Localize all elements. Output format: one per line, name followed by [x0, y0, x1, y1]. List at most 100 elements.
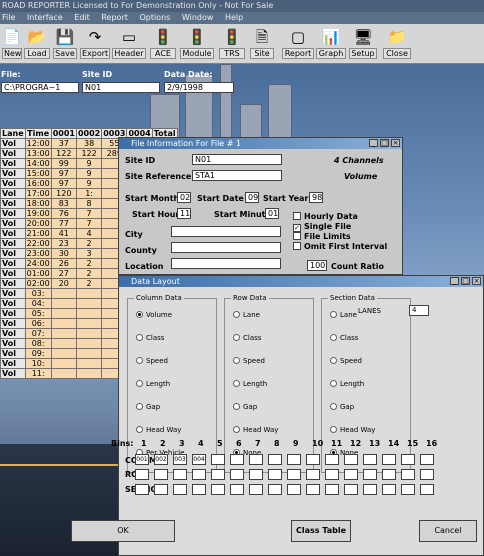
- section-bin-cell[interactable]: [344, 484, 358, 495]
- new-button[interactable]: 📄 New: [2, 27, 22, 63]
- time-cell[interactable]: 18:00: [24, 198, 52, 209]
- lane-cell[interactable]: Vol: [0, 298, 26, 309]
- row-bin-cell[interactable]: [249, 469, 263, 480]
- export-button[interactable]: ↷ Export: [80, 27, 110, 63]
- volume-cell[interactable]: [50, 328, 77, 339]
- volume-cell[interactable]: [75, 308, 103, 319]
- section-data-radio[interactable]: Speed: [330, 357, 362, 365]
- start-minute-input[interactable]: 01: [265, 208, 279, 219]
- volume-cell[interactable]: 2: [75, 268, 103, 279]
- column-bin-cell[interactable]: [211, 454, 225, 465]
- section-bin-cell[interactable]: [135, 484, 149, 495]
- minimize-button[interactable]: _: [450, 277, 459, 285]
- time-cell[interactable]: 23:00: [24, 248, 52, 259]
- volume-cell[interactable]: [50, 338, 77, 349]
- volume-cell[interactable]: 97: [50, 178, 77, 189]
- row-bin-cell[interactable]: [287, 469, 301, 480]
- time-cell[interactable]: 19:00: [24, 208, 52, 219]
- time-cell[interactable]: 22:00: [24, 238, 52, 249]
- menu-window[interactable]: Window: [182, 13, 214, 22]
- maximize-button[interactable]: □: [461, 277, 470, 285]
- lane-cell[interactable]: Vol: [0, 138, 26, 149]
- header-button[interactable]: ▭ Header: [112, 27, 146, 63]
- close-window-button[interactable]: ×: [472, 277, 481, 285]
- time-cell[interactable]: 13:00: [24, 148, 52, 159]
- section-data-radio[interactable]: Gap: [330, 403, 354, 411]
- hourly-data-checkbox[interactable]: Hourly Data: [293, 212, 358, 221]
- time-cell[interactable]: 21:00: [24, 228, 52, 239]
- trs-button[interactable]: 🚦 TRS: [219, 27, 245, 63]
- lane-cell[interactable]: Vol: [0, 208, 26, 219]
- time-cell[interactable]: 20:00: [24, 218, 52, 229]
- volume-cell[interactable]: [50, 358, 77, 369]
- lane-cell[interactable]: Vol: [0, 218, 26, 229]
- volume-cell[interactable]: [75, 358, 103, 369]
- location-input[interactable]: [171, 258, 281, 269]
- section-bin-cell[interactable]: [249, 484, 263, 495]
- volume-cell[interactable]: 41: [50, 228, 77, 239]
- volume-cell[interactable]: [50, 308, 77, 319]
- volume-cell[interactable]: [50, 368, 77, 379]
- row-bin-cell[interactable]: [344, 469, 358, 480]
- row-bin-cell[interactable]: [306, 469, 320, 480]
- menu-interface[interactable]: Interface: [27, 13, 63, 22]
- row-bin-cell[interactable]: [363, 469, 377, 480]
- volume-cell[interactable]: [75, 338, 103, 349]
- omit-first-interval-checkbox[interactable]: Omit First Interval: [293, 242, 387, 251]
- volume-cell[interactable]: [50, 318, 77, 329]
- column-bin-cell[interactable]: [420, 454, 434, 465]
- row-bin-cell[interactable]: [420, 469, 434, 480]
- column-bin-cell[interactable]: [325, 454, 339, 465]
- row-bin-cell[interactable]: [173, 469, 187, 480]
- lane-cell[interactable]: Vol: [0, 278, 26, 289]
- lane-cell[interactable]: Vol: [0, 238, 26, 249]
- menu-file[interactable]: File: [2, 13, 15, 22]
- row-data-radio[interactable]: Head Way: [233, 426, 278, 434]
- column-bin-cell[interactable]: [363, 454, 377, 465]
- lane-cell[interactable]: Vol: [0, 198, 26, 209]
- lane-cell[interactable]: Vol: [0, 248, 26, 259]
- row-bin-cell[interactable]: [135, 469, 149, 480]
- start-hour-input[interactable]: 11: [177, 208, 191, 219]
- single-file-checkbox[interactable]: ✓ Single File: [293, 222, 351, 232]
- section-data-radio[interactable]: Class: [330, 334, 358, 342]
- volume-cell[interactable]: 99: [50, 158, 77, 169]
- time-cell[interactable]: 11:: [24, 368, 52, 379]
- menu-edit[interactable]: Edit: [74, 13, 90, 22]
- lane-cell[interactable]: Vol: [0, 268, 26, 279]
- column-bin-cell[interactable]: [382, 454, 396, 465]
- start-month-input[interactable]: 02: [177, 192, 191, 203]
- column-bin-cell[interactable]: 001: [135, 454, 149, 465]
- section-bin-cell[interactable]: [268, 484, 282, 495]
- volume-cell[interactable]: 37: [50, 138, 77, 149]
- site-button[interactable]: 🗎 Site: [250, 27, 274, 63]
- time-cell[interactable]: 10:: [24, 358, 52, 369]
- section-bin-cell[interactable]: [401, 484, 415, 495]
- volume-cell[interactable]: 9: [75, 158, 103, 169]
- volume-cell[interactable]: 122: [50, 148, 77, 159]
- column-bin-cell[interactable]: [344, 454, 358, 465]
- volume-cell[interactable]: 38: [75, 138, 103, 149]
- volume-cell[interactable]: [75, 298, 103, 309]
- column-data-radio[interactable]: Head Way: [136, 426, 181, 434]
- lane-cell[interactable]: Vol: [0, 318, 26, 329]
- column-data-radio[interactable]: Length: [136, 380, 170, 388]
- column-bin-cell[interactable]: [287, 454, 301, 465]
- column-data-radio[interactable]: Volume: [136, 311, 172, 319]
- maximize-button[interactable]: □: [380, 139, 389, 147]
- volume-cell[interactable]: 26: [50, 258, 77, 269]
- section-bin-cell[interactable]: [306, 484, 320, 495]
- start-year-input[interactable]: 98: [309, 192, 323, 203]
- column-data-radio[interactable]: Speed: [136, 357, 168, 365]
- save-button[interactable]: 💾 Save: [53, 27, 77, 63]
- fi-site-ref-input[interactable]: STA1: [192, 170, 282, 181]
- column-bin-cell[interactable]: 002: [154, 454, 168, 465]
- count-ratio-input[interactable]: 100: [307, 260, 327, 271]
- lane-cell[interactable]: Vol: [0, 288, 26, 299]
- lane-cell[interactable]: Vol: [0, 228, 26, 239]
- column-bin-cell[interactable]: 004: [192, 454, 206, 465]
- volume-cell[interactable]: 23: [50, 238, 77, 249]
- volume-cell[interactable]: 76: [50, 208, 77, 219]
- time-cell[interactable]: 01:00: [24, 268, 52, 279]
- time-cell[interactable]: 09:: [24, 348, 52, 359]
